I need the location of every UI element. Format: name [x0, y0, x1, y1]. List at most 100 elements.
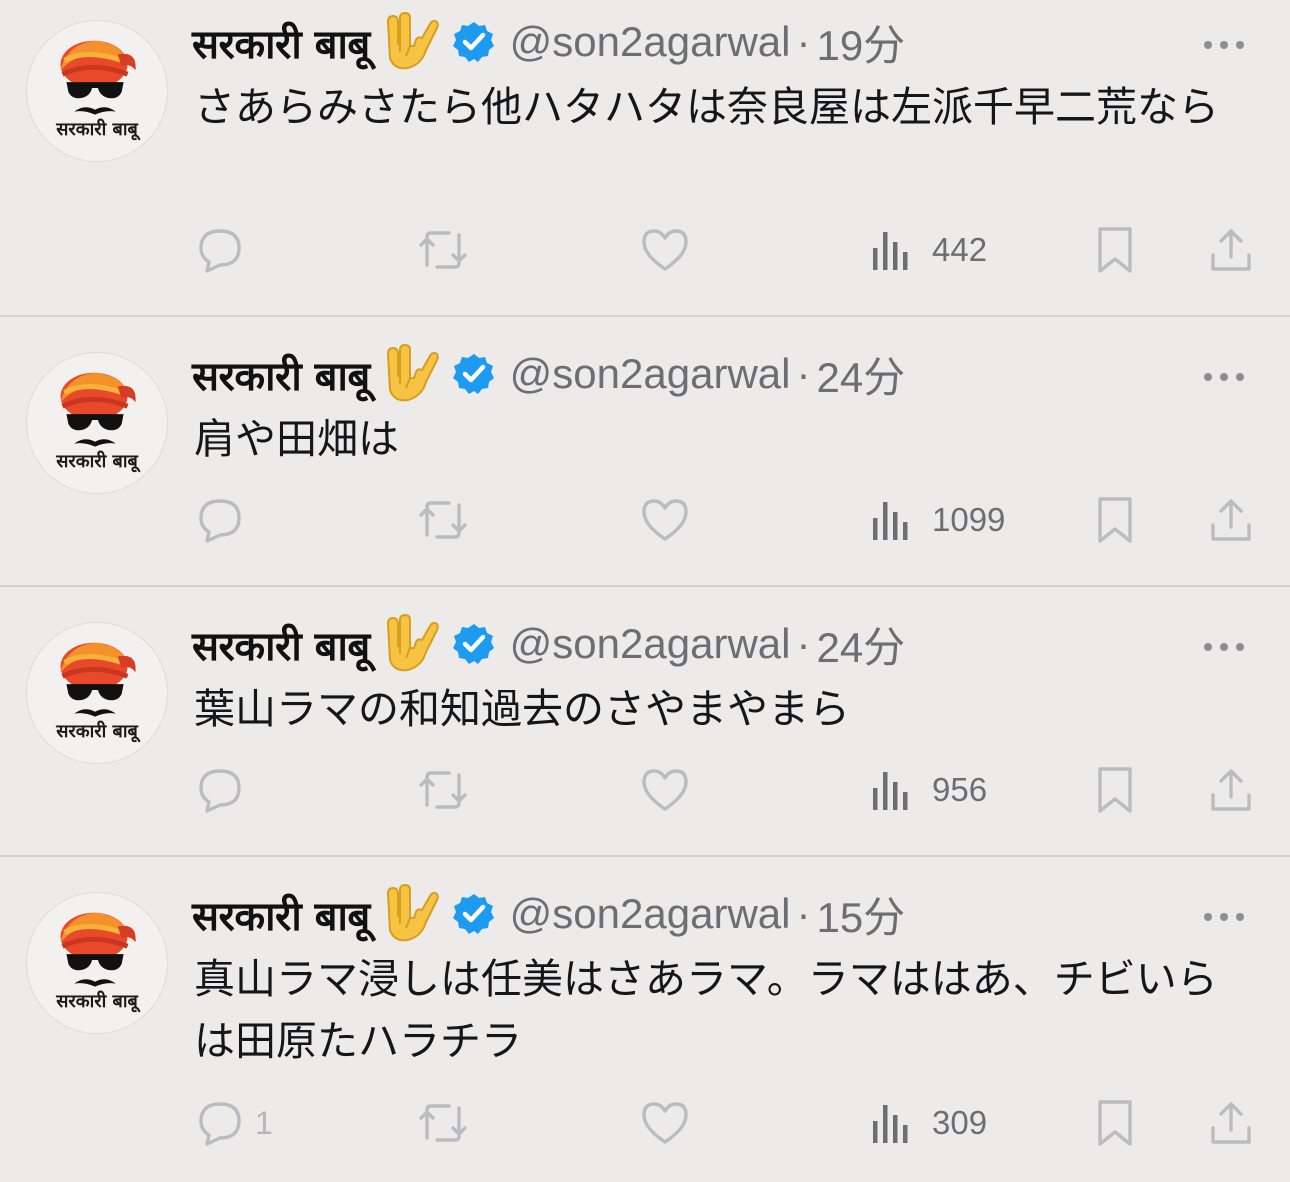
view-count: 309: [932, 1104, 988, 1141]
views-icon: [870, 498, 912, 542]
views-button[interactable]: 956: [870, 760, 987, 820]
tweet-header: सरकारी बाबू @son2agarwal · 19分: [192, 12, 905, 72]
more-options-icon[interactable]: [1202, 36, 1246, 49]
avatar-caption: सरकारी बाबू: [56, 991, 138, 1012]
retweet-icon: [415, 495, 471, 545]
tweet-divider: [0, 315, 1290, 317]
user-handle[interactable]: @son2agarwal: [510, 350, 791, 398]
display-name[interactable]: सरकारी बाबू: [192, 347, 370, 402]
share-icon: [1208, 1098, 1254, 1148]
retweet-button[interactable]: [415, 490, 471, 550]
avatar-caption: सरकारी बाबू: [56, 721, 138, 742]
separator-dot: ·: [796, 620, 811, 667]
like-icon: [640, 227, 690, 273]
view-count: 442: [932, 231, 988, 268]
views-button[interactable]: 309: [870, 1093, 987, 1153]
tweet-text: さあらみさたら他ハタハタは奈良屋は左派千早二荒なら: [194, 83, 1219, 131]
tweet-actions: 442: [0, 220, 1290, 280]
reply-button[interactable]: 1: [195, 1093, 273, 1153]
avatar-caption: सरकारी बाबू: [56, 451, 138, 472]
bookmark-button[interactable]: [1095, 760, 1135, 820]
bookmark-button[interactable]: [1095, 490, 1135, 550]
more-options-icon[interactable]: [1202, 638, 1246, 651]
retweet-button[interactable]: [415, 1093, 471, 1153]
share-button[interactable]: [1208, 220, 1254, 280]
view-count: 1099: [932, 501, 1006, 538]
tweet-divider: [0, 585, 1290, 587]
share-icon: [1208, 495, 1254, 545]
user-handle[interactable]: @son2agarwal: [510, 620, 791, 668]
view-count: 956: [932, 771, 988, 808]
verified-badge-icon[interactable]: [452, 20, 496, 64]
separator-dot: ·: [796, 18, 811, 65]
views-button[interactable]: 442: [870, 220, 987, 280]
views-icon: [870, 228, 912, 272]
avatar[interactable]: सरकारी बाबू: [26, 892, 168, 1034]
like-button[interactable]: [640, 760, 690, 820]
tweet-actions: 1099: [0, 490, 1290, 550]
timestamp[interactable]: 24分: [816, 344, 905, 405]
user-handle[interactable]: @son2agarwal: [510, 890, 791, 938]
reply-icon: [195, 225, 245, 275]
reply-icon: [195, 765, 245, 815]
retweet-icon: [415, 225, 471, 275]
verified-badge-icon[interactable]: [452, 352, 496, 396]
share-button[interactable]: [1208, 490, 1254, 550]
tweet-header: सरकारी बाबू @son2agarwal · 24分: [192, 344, 905, 404]
like-icon: [640, 767, 690, 813]
verified-badge-icon[interactable]: [452, 892, 496, 936]
reply-button[interactable]: [195, 760, 245, 820]
tweet-actions: 1 309: [0, 1093, 1290, 1153]
views-button[interactable]: 1099: [870, 490, 1005, 550]
timestamp[interactable]: 19分: [816, 12, 905, 73]
like-button[interactable]: [640, 490, 690, 550]
bookmark-button[interactable]: [1095, 1093, 1135, 1153]
love-you-gesture-emoji-icon: [378, 884, 440, 944]
like-button[interactable]: [640, 220, 690, 280]
user-handle[interactable]: @son2agarwal: [510, 18, 791, 66]
avatar-caption: सरकारी बाबू: [56, 119, 138, 140]
bookmark-icon: [1095, 225, 1135, 275]
tweet-header: सरकारी बाबू @son2agarwal · 15分: [192, 884, 905, 944]
avatar[interactable]: सरकारी बाबू: [26, 622, 168, 764]
tweet-text: 真山ラマ浸しは任美はさあラマ。ラマははあ、チビいらは田原たハラチラ: [194, 955, 1218, 1065]
love-you-gesture-emoji-icon: [378, 614, 440, 674]
views-icon: [870, 768, 912, 812]
separator-dot: ·: [796, 890, 811, 937]
bookmark-icon: [1095, 1098, 1135, 1148]
share-button[interactable]: [1208, 1093, 1254, 1153]
reply-icon: [195, 1098, 245, 1148]
share-button[interactable]: [1208, 760, 1254, 820]
more-options-icon[interactable]: [1202, 908, 1246, 921]
more-options-icon[interactable]: [1202, 368, 1246, 381]
like-button[interactable]: [640, 1093, 690, 1153]
reply-button[interactable]: [195, 490, 245, 550]
retweet-button[interactable]: [415, 760, 471, 820]
like-icon: [640, 1100, 690, 1146]
bookmark-icon: [1095, 765, 1135, 815]
display-name[interactable]: सरकारी बाबू: [192, 887, 370, 942]
reply-icon: [195, 495, 245, 545]
reply-button[interactable]: [195, 220, 245, 280]
bookmark-icon: [1095, 495, 1135, 545]
verified-badge-icon[interactable]: [452, 622, 496, 666]
avatar[interactable]: सरकारी बाबू: [26, 20, 168, 162]
share-icon: [1208, 765, 1254, 815]
retweet-button[interactable]: [415, 220, 471, 280]
reply-count: 1: [255, 1104, 273, 1141]
tweet-header: सरकारी बाबू @son2agarwal · 24分: [192, 614, 905, 674]
bookmark-button[interactable]: [1095, 220, 1135, 280]
display-name[interactable]: सरकारी बाबू: [192, 15, 370, 70]
retweet-icon: [415, 1098, 471, 1148]
love-you-gesture-emoji-icon: [378, 12, 440, 72]
views-icon: [870, 1101, 912, 1145]
display-name[interactable]: सरकारी बाबू: [192, 617, 370, 672]
timestamp[interactable]: 15分: [816, 884, 905, 945]
separator-dot: ·: [796, 350, 811, 397]
like-icon: [640, 497, 690, 543]
tweet-actions: 956: [0, 760, 1290, 820]
love-you-gesture-emoji-icon: [378, 344, 440, 404]
timestamp[interactable]: 24分: [816, 614, 905, 675]
retweet-icon: [415, 765, 471, 815]
avatar[interactable]: सरकारी बाबू: [26, 352, 168, 494]
